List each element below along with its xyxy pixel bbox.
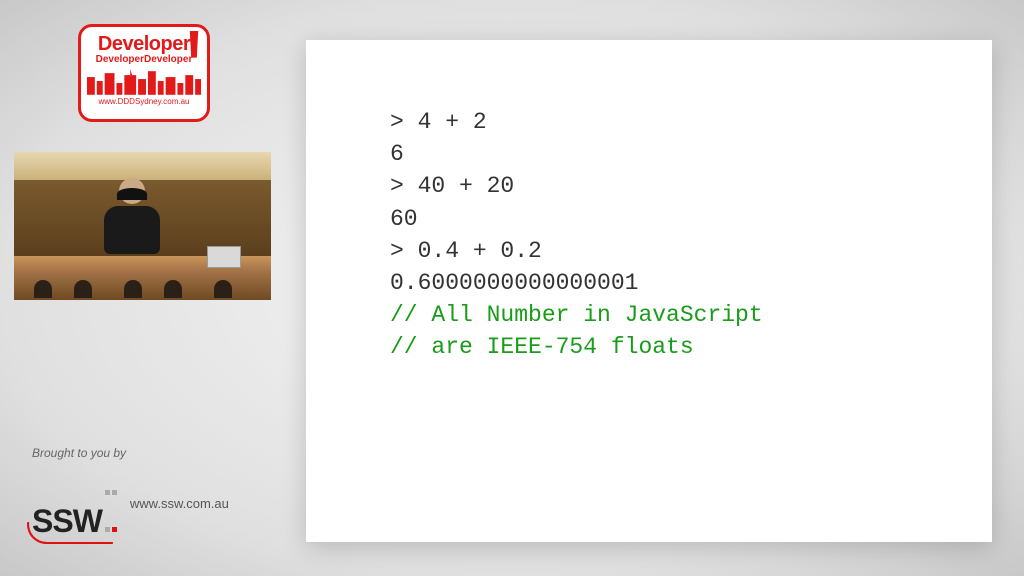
code-line: > 0.4 + 0.2 — [390, 235, 992, 267]
code-line: 0.6000000000000001 — [390, 267, 992, 299]
speaker-figure — [102, 192, 162, 266]
ssw-logo-text: SSW — [32, 503, 102, 539]
brought-by-label: Brought to you by — [32, 446, 229, 460]
code-line: 60 — [390, 203, 992, 235]
code-comment-line: // are IEEE-754 floats — [390, 331, 992, 363]
ssw-dots-icon — [104, 466, 118, 540]
code-line: 6 — [390, 138, 992, 170]
logo-sub-text: DeveloperDeveloper — [96, 54, 193, 65]
code-line: > 40 + 20 — [390, 170, 992, 202]
logo-url: www.DDDSydney.com.au — [99, 97, 190, 106]
ssw-logo: SSW — [32, 466, 118, 540]
laptop-icon — [207, 246, 241, 268]
sponsor-block: Brought to you by SSW www.ssw.com.au — [32, 446, 229, 540]
skyline-icon — [85, 69, 203, 95]
code-comment-line: // All Number in JavaScript — [390, 299, 992, 331]
ddd-sydney-logo: Developer DeveloperDeveloper www.DDDSydn… — [78, 24, 210, 122]
ssw-url: www.ssw.com.au — [130, 496, 229, 511]
speaker-video-thumbnail — [14, 152, 271, 300]
code-block: > 4 + 26> 40 + 2060> 0.4 + 0.20.60000000… — [390, 106, 992, 364]
code-line: > 4 + 2 — [390, 106, 992, 138]
logo-main-text: Developer — [98, 33, 190, 56]
presentation-slide: > 4 + 26> 40 + 2060> 0.4 + 0.20.60000000… — [306, 40, 992, 542]
